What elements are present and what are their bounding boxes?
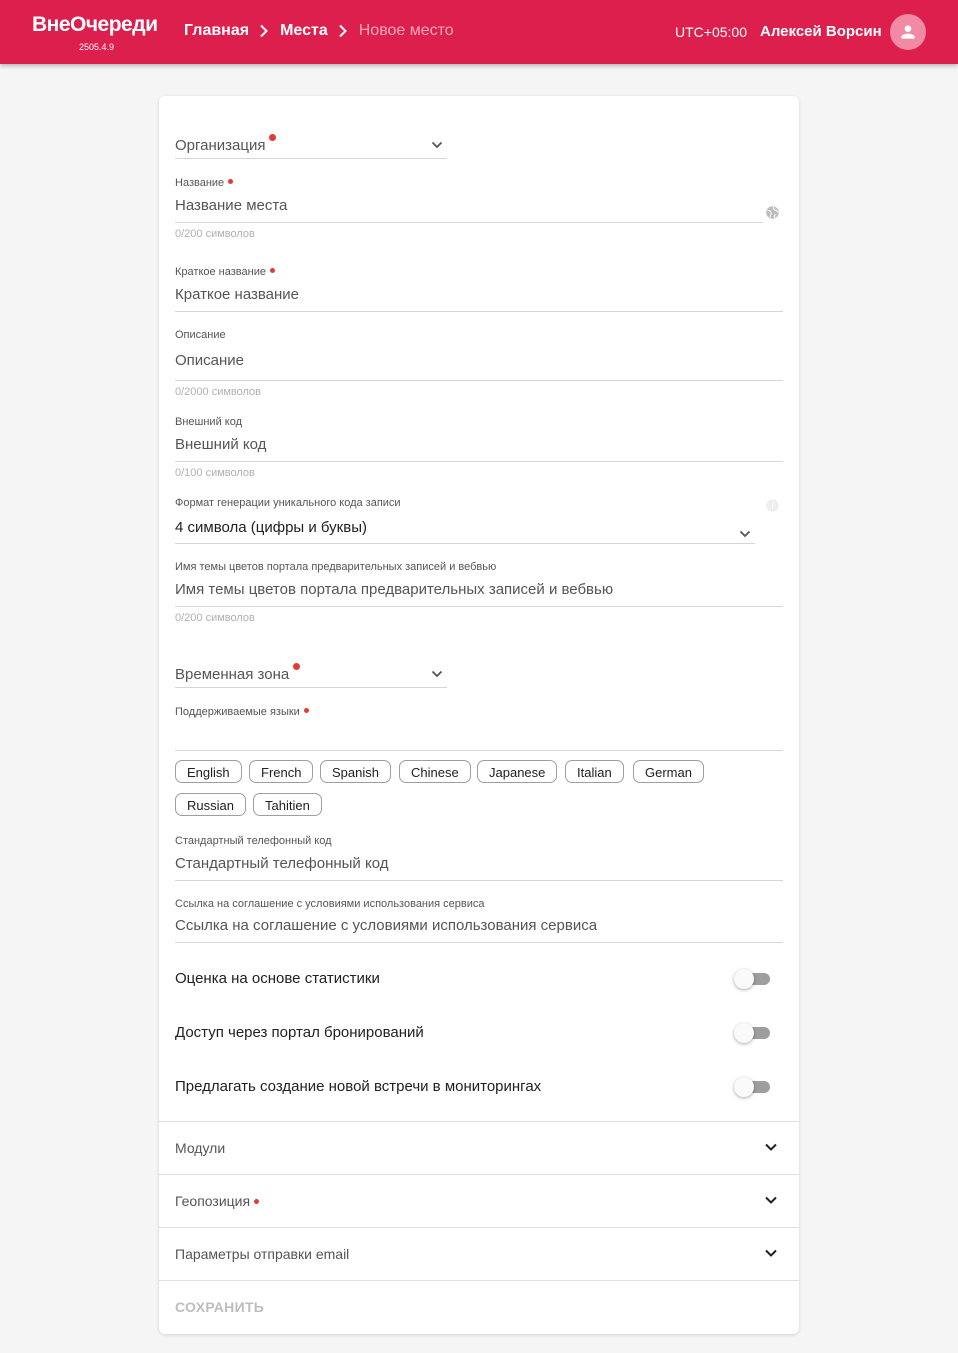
timezone-select[interactable]: Временная зона — [175, 663, 301, 683]
theme-name-field-label: Имя темы цветов портала предварительных … — [175, 561, 497, 573]
phone-code-field-label: Стандартный телефонный код — [175, 835, 332, 847]
language-chip-english[interactable]: English — [175, 760, 242, 783]
description-underline — [175, 380, 783, 381]
section-geoposition[interactable]: Геопозиция — [175, 1193, 260, 1209]
chevron-down-icon[interactable] — [430, 138, 444, 152]
language-chip-german[interactable]: German — [633, 760, 704, 783]
required-indicator — [293, 663, 301, 670]
name-field-label: Название — [175, 177, 234, 189]
user-name[interactable]: Алексей Ворсин — [760, 23, 882, 40]
language-chip-tahitien[interactable]: Tahitien — [253, 793, 322, 816]
chevron-down-icon[interactable] — [763, 1139, 779, 1155]
timezone-label: Временная зона — [175, 666, 290, 683]
breadcrumb-places[interactable]: Места — [280, 22, 328, 40]
short-name-field-label: Краткое название — [175, 266, 275, 278]
terms-link-underline — [175, 942, 783, 943]
section-divider — [159, 1174, 799, 1175]
section-email-settings[interactable]: Параметры отправки email — [175, 1246, 349, 1262]
external-code-field-label: Внешний код — [175, 416, 243, 428]
language-chip-russian[interactable]: Russian — [175, 793, 246, 816]
terms-link-input[interactable]: Ссылка на соглашение с условиями использ… — [175, 917, 597, 934]
theme-name-input[interactable]: Имя темы цветов портала предварительных … — [175, 581, 613, 598]
breadcrumb: Главная Места Новое место — [184, 22, 454, 40]
person-icon — [901, 25, 915, 39]
description-counter: 0/2000 символов — [175, 386, 262, 398]
toggle-portal-access[interactable] — [734, 1023, 770, 1043]
info-icon[interactable] — [765, 498, 780, 513]
organization-label: Организация — [175, 137, 266, 154]
external-code-counter: 0/100 символов — [175, 467, 255, 479]
breadcrumb-home[interactable]: Главная — [184, 22, 249, 40]
language-chip-spanish[interactable]: Spanish — [320, 760, 391, 783]
new-place-form: Организация Название Название места 0/20… — [159, 96, 799, 1334]
language-chip-italian[interactable]: Italian — [565, 760, 624, 783]
phone-code-input[interactable]: Стандартный телефонный код — [175, 855, 388, 872]
avatar[interactable] — [890, 14, 926, 50]
organization-underline — [175, 158, 447, 159]
toggle-label-offer-new-appointment: Предлагать создание новой встречи в мони… — [175, 1078, 542, 1095]
phone-code-underline — [175, 880, 783, 881]
chevron-down-icon[interactable] — [738, 527, 752, 541]
code-format-select[interactable]: 4 символа (цифры и буквы) — [175, 519, 367, 536]
language-chip-japanese[interactable]: Japanese — [477, 760, 558, 783]
description-input[interactable]: Описание — [175, 352, 244, 369]
theme-name-counter: 0/200 символов — [175, 612, 255, 624]
external-code-input[interactable]: Внешний код — [175, 436, 266, 453]
app-version: 2505.4.9 — [79, 42, 115, 52]
globe-icon[interactable] — [765, 205, 780, 220]
section-divider — [159, 1280, 799, 1281]
external-code-underline — [175, 461, 783, 462]
toggle-statistics-rating[interactable] — [734, 969, 770, 989]
language-chip-chinese[interactable]: Chinese — [399, 760, 471, 783]
description-field-label: Описание — [175, 329, 226, 341]
toggle-label-portal-access: Доступ через портал бронирований — [175, 1024, 424, 1041]
chevron-right-icon — [260, 24, 268, 38]
section-modules[interactable]: Модули — [175, 1140, 225, 1156]
languages-field-label: Поддерживаемые языки — [175, 706, 309, 718]
section-divider — [159, 1121, 799, 1122]
name-input[interactable]: Название места — [175, 197, 287, 214]
chevron-down-icon[interactable] — [430, 667, 444, 681]
app-logo[interactable]: ВнеОчереди — [32, 13, 158, 37]
toggle-offer-new-appointment[interactable] — [734, 1077, 770, 1097]
chevron-down-icon[interactable] — [763, 1245, 779, 1261]
timezone-indicator: UTC+05:00 — [675, 24, 747, 40]
code-format-field-label: Формат генерации уникального кода записи — [175, 497, 401, 509]
short-name-underline — [175, 311, 783, 312]
name-underline — [175, 222, 763, 223]
organization-select[interactable]: Организация — [175, 134, 277, 154]
short-name-input[interactable]: Краткое название — [175, 286, 299, 303]
top-app-bar: ВнеОчереди 2505.4.9 Главная Места Новое … — [0, 0, 958, 64]
section-divider — [159, 1227, 799, 1228]
name-counter: 0/200 символов — [175, 228, 255, 240]
required-indicator — [269, 134, 277, 141]
save-button[interactable]: СОХРАНИТЬ — [175, 1299, 264, 1315]
chevron-down-icon[interactable] — [763, 1192, 779, 1208]
chevron-right-icon — [339, 24, 347, 38]
languages-underline — [175, 750, 783, 751]
theme-name-underline — [175, 606, 783, 607]
timezone-underline — [175, 687, 447, 688]
breadcrumb-current: Новое место — [358, 22, 454, 39]
toggle-label-statistics-rating: Оценка на основе статистики — [175, 970, 380, 987]
language-chip-french[interactable]: French — [249, 760, 314, 783]
terms-link-field-label: Ссылка на соглашение с условиями использ… — [175, 898, 485, 910]
code-format-underline — [175, 543, 755, 544]
